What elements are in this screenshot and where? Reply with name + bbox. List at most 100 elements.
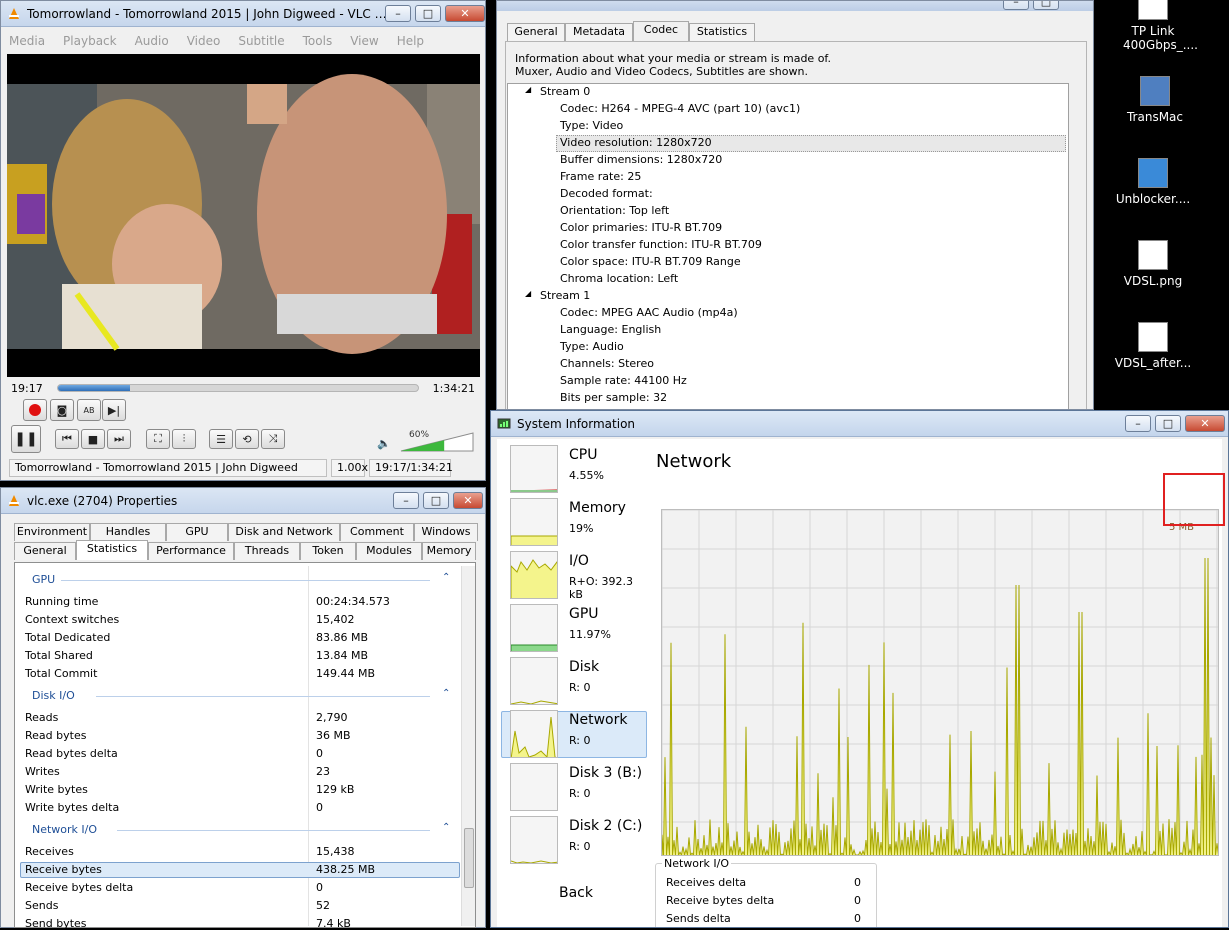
maximize-button[interactable]: □ bbox=[415, 5, 441, 22]
codec-property[interactable]: Color transfer function: ITU-R BT.709 bbox=[560, 238, 762, 251]
pause-button[interactable]: ❚❚ bbox=[11, 425, 41, 453]
tab-statistics[interactable]: Statistics bbox=[76, 540, 148, 560]
stop-button[interactable]: ■ bbox=[81, 429, 105, 449]
stat-label[interactable]: Total Commit bbox=[25, 667, 97, 680]
desktop-icon-tplink[interactable]: TP Link 400Gbps_.... bbox=[1108, 0, 1198, 52]
record-button[interactable] bbox=[23, 399, 47, 421]
codec-property[interactable]: Type: Video bbox=[560, 119, 623, 132]
tab-statistics[interactable]: Statistics bbox=[689, 23, 755, 41]
stat-label[interactable]: Writes bbox=[25, 765, 60, 778]
vertical-scrollbar[interactable] bbox=[461, 566, 475, 926]
next-button[interactable]: ⏭ bbox=[107, 429, 131, 449]
desktop-icon-unblocker[interactable]: Unblocker.... bbox=[1108, 158, 1198, 206]
codec-property[interactable]: Video resolution: 1280x720 bbox=[560, 136, 712, 149]
tab-threads[interactable]: Threads bbox=[234, 542, 300, 560]
codec-property[interactable]: Chroma location: Left bbox=[560, 272, 678, 285]
stat-label[interactable]: Sends bbox=[25, 899, 58, 912]
close-button[interactable]: ✕ bbox=[445, 5, 485, 22]
codec-property[interactable]: Orientation: Top left bbox=[560, 204, 669, 217]
back-button[interactable]: Back bbox=[559, 885, 593, 901]
stat-label[interactable]: Receive bytes delta bbox=[25, 881, 133, 894]
codec-property[interactable]: Type: Audio bbox=[560, 340, 624, 353]
expand-arrow-icon[interactable]: ◢ bbox=[525, 85, 531, 94]
desktop-icon-transmac[interactable]: TransMac bbox=[1110, 76, 1200, 124]
section-header[interactable]: Network I/O bbox=[32, 823, 97, 836]
maximize-button[interactable]: □ bbox=[1033, 1, 1059, 10]
minimize-button[interactable]: – bbox=[385, 5, 411, 22]
menu-video[interactable]: Video bbox=[187, 34, 221, 52]
section-header[interactable]: GPU bbox=[32, 573, 55, 586]
tab-windows[interactable]: Windows bbox=[414, 523, 478, 541]
sysinfo-titlebar[interactable]: System Information bbox=[491, 411, 1228, 437]
status-time[interactable]: 19:17/1:34:21 bbox=[369, 459, 453, 477]
graph-item-disk[interactable]: Disk R: 0 bbox=[507, 657, 647, 705]
graph-item-gpu[interactable]: GPU 11.97% bbox=[507, 604, 647, 652]
codec-property[interactable]: Color primaries: ITU-R BT.709 bbox=[560, 221, 722, 234]
fullscreen-button[interactable]: ⛶ bbox=[146, 429, 170, 449]
seek-slider[interactable] bbox=[56, 384, 419, 392]
stat-label[interactable]: Reads bbox=[25, 711, 58, 724]
close-button[interactable]: ✕ bbox=[1185, 415, 1225, 432]
codec-property[interactable]: Channels: Stereo bbox=[560, 357, 654, 370]
codec-property[interactable]: Language: English bbox=[560, 323, 661, 336]
codec-property[interactable]: Codec: MPEG AAC Audio (mp4a) bbox=[560, 306, 738, 319]
graph-item-memory[interactable]: Memory 19% bbox=[507, 498, 647, 546]
codec-property[interactable]: Buffer dimensions: 1280x720 bbox=[560, 153, 722, 166]
speaker-icon[interactable]: 🔈 bbox=[377, 437, 391, 450]
tab-general[interactable]: General bbox=[507, 23, 565, 41]
menu-playback[interactable]: Playback bbox=[63, 34, 117, 52]
codec-property[interactable]: Frame rate: 25 bbox=[560, 170, 641, 183]
maximize-button[interactable]: □ bbox=[1155, 415, 1181, 432]
menu-audio[interactable]: Audio bbox=[135, 34, 169, 52]
stat-label[interactable]: Write bytes bbox=[25, 783, 88, 796]
codec-property[interactable]: Sample rate: 44100 Hz bbox=[560, 374, 687, 387]
stat-label[interactable]: Total Shared bbox=[25, 649, 93, 662]
minimize-button[interactable]: – bbox=[1125, 415, 1151, 432]
video-frame[interactable] bbox=[7, 54, 480, 377]
stream-node[interactable]: Stream 1 bbox=[540, 289, 590, 302]
stat-label[interactable]: Receive bytes bbox=[25, 863, 102, 876]
previous-button[interactable]: ⏮ bbox=[55, 429, 79, 449]
graph-item-disk-2-c[interactable]: Disk 2 (C:) R: 0 bbox=[507, 816, 647, 864]
stat-label[interactable]: Send bytes bbox=[25, 917, 87, 930]
graph-item-disk-3-b[interactable]: Disk 3 (B:) R: 0 bbox=[507, 763, 647, 811]
loop-ab-button[interactable]: AB bbox=[77, 399, 101, 421]
tab-general[interactable]: General bbox=[14, 542, 76, 560]
playback-speed[interactable]: 1.00x bbox=[331, 459, 368, 477]
stat-label[interactable]: Running time bbox=[25, 595, 98, 608]
codec-property[interactable]: Codec: H264 - MPEG-4 AVC (part 10) (avc1… bbox=[560, 102, 800, 115]
stat-label[interactable]: Read bytes delta bbox=[25, 747, 118, 760]
maximize-button[interactable]: □ bbox=[423, 492, 449, 509]
menu-tools[interactable]: Tools bbox=[303, 34, 333, 52]
graph-item-network[interactable]: Network R: 0 bbox=[507, 710, 647, 758]
scrollbar-thumb[interactable] bbox=[464, 828, 474, 888]
close-button[interactable]: ✕ bbox=[453, 492, 483, 509]
menu-media[interactable]: Media bbox=[9, 34, 45, 52]
stat-label[interactable]: Context switches bbox=[25, 613, 119, 626]
codec-property[interactable]: Decoded format: bbox=[560, 187, 653, 200]
minimize-button[interactable]: – bbox=[1003, 1, 1029, 10]
tab-performance[interactable]: Performance bbox=[148, 542, 234, 560]
vlc-titlebar[interactable]: Tomorrowland - Tomorrowland 2015 | John … bbox=[1, 1, 485, 27]
graph-item-i-o[interactable]: I/O R+O: 392.3 kB bbox=[507, 551, 647, 601]
stat-label[interactable]: Receives bbox=[25, 845, 74, 858]
playlist-button[interactable]: ☰ bbox=[209, 429, 233, 449]
tab-comment[interactable]: Comment bbox=[340, 523, 414, 541]
stat-label[interactable]: Write bytes delta bbox=[25, 801, 119, 814]
collapse-chevron-icon[interactable]: ⌃ bbox=[442, 688, 450, 699]
stat-label[interactable]: Total Dedicated bbox=[25, 631, 110, 644]
tab-environment[interactable]: Environment bbox=[14, 523, 90, 541]
tab-memory[interactable]: Memory bbox=[422, 542, 476, 560]
codec-property[interactable]: Color space: ITU-R BT.709 Range bbox=[560, 255, 741, 268]
tab-token[interactable]: Token bbox=[300, 542, 356, 560]
extended-settings-button[interactable]: ⫶ bbox=[172, 429, 196, 449]
tab-gpu[interactable]: GPU bbox=[166, 523, 228, 541]
graph-item-cpu[interactable]: CPU 4.55% bbox=[507, 445, 647, 493]
stat-label[interactable]: Read bytes bbox=[25, 729, 86, 742]
desktop-icon-vdsl-after[interactable]: VDSL_after... bbox=[1108, 322, 1198, 370]
minimize-button[interactable]: – bbox=[393, 492, 419, 509]
desktop-icon-vdsl-png[interactable]: VDSL.png bbox=[1108, 240, 1198, 288]
stream-node[interactable]: Stream 0 bbox=[540, 85, 590, 98]
menu-subtitle[interactable]: Subtitle bbox=[238, 34, 284, 52]
menu-help[interactable]: Help bbox=[397, 34, 424, 52]
